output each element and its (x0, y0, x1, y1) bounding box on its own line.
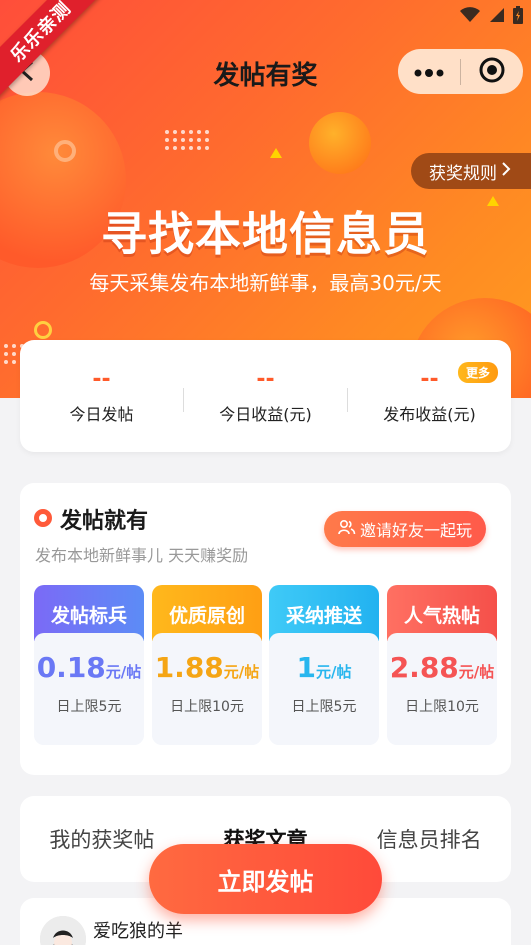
stat-value: -- (256, 367, 275, 392)
hero-banner: 发帖有奖 获奖规则 寻找本地信息员 每天采集发布本地新鲜事，最高30元/天 (0, 0, 531, 398)
username: 爱吃狼的羊 (93, 921, 183, 942)
tile-limit: 日上限10元 (170, 699, 244, 715)
avatar[interactable] (40, 916, 86, 945)
target-icon (479, 57, 505, 87)
tile-amount: 2.88 (389, 651, 459, 684)
stat-value: -- (92, 367, 111, 392)
tile-limit: 日上限5元 (291, 699, 357, 715)
tile-unit: 元/帖 (105, 663, 142, 681)
signal-icon (489, 7, 505, 27)
section-dot-icon (34, 509, 52, 527)
stat-label: 今日收益(元) (219, 405, 312, 424)
more-badge[interactable]: 更多 (457, 362, 498, 383)
battery-icon (513, 6, 523, 28)
decor-triangle (270, 148, 282, 158)
award-rules-label: 获奖规则 (429, 163, 497, 184)
hero-title: 寻找本地信息员 (101, 207, 430, 261)
reward-section: 发帖就有 发布本地新鲜事儿 天天赚奖励 邀请好友一起玩 发帖标兵 0.18元/帖… (20, 483, 511, 775)
tile-price: 0.18元/帖 (34, 651, 144, 684)
status-bar (459, 6, 523, 28)
tile-price: 2.88元/帖 (387, 651, 497, 684)
more-menu-button[interactable] (398, 49, 460, 94)
stat-today-income: -- 今日收益(元) (184, 367, 347, 425)
section-title: 发帖就有 (60, 509, 149, 534)
tile-unit: 元/帖 (223, 663, 260, 681)
miniprogram-capsule (398, 49, 523, 94)
tile-price: 1.88元/帖 (152, 651, 262, 684)
tab-my-awarded-posts[interactable]: 我的获奖帖 (20, 824, 184, 854)
section-subtitle: 发布本地新鲜事儿 天天赚奖励 (35, 546, 249, 565)
decor-dots (165, 130, 209, 150)
reward-tile: 优质原创 1.88元/帖 日上限10元 (152, 585, 262, 745)
chevron-right-icon (501, 161, 511, 182)
tile-price: 1元/帖 (269, 651, 379, 684)
post-now-button[interactable]: 立即发帖 (149, 844, 382, 914)
hero-subtitle: 每天采集发布本地新鲜事，最高30元/天 (89, 271, 442, 295)
award-rules-button[interactable]: 获奖规则 (411, 153, 531, 189)
stat-label: 发布收益(元) (383, 405, 476, 424)
decor-circle (309, 112, 371, 174)
wifi-icon (459, 7, 481, 27)
reward-tile: 人气热帖 2.88元/帖 日上限10元 (387, 585, 497, 745)
decor-ring (54, 140, 76, 162)
stat-today-posts: -- 今日发帖 (20, 367, 183, 425)
tile-limit: 日上限10元 (405, 699, 479, 715)
users-icon (338, 519, 356, 539)
more-dots-icon (414, 62, 444, 81)
tile-limit: 日上限5元 (56, 699, 122, 715)
tile-amount: 0.18 (36, 651, 106, 684)
tile-unit: 元/帖 (316, 663, 352, 681)
tile-amount: 1.88 (154, 651, 224, 684)
tile-unit: 元/帖 (458, 663, 495, 681)
invite-friends-button[interactable]: 邀请好友一起玩 (324, 511, 486, 547)
tile-amount: 1 (296, 651, 316, 684)
stat-label: 今日发帖 (69, 405, 134, 424)
decor-ring (34, 321, 52, 339)
reward-tile: 采纳推送 1元/帖 日上限5元 (269, 585, 379, 745)
reward-tile: 发帖标兵 0.18元/帖 日上限5元 (34, 585, 144, 745)
stats-card: 更多 -- 今日发帖 -- 今日收益(元) -- 发布收益(元) (20, 340, 511, 452)
invite-label: 邀请好友一起玩 (359, 521, 472, 540)
tab-reporter-ranking[interactable]: 信息员排名 (347, 824, 511, 854)
close-miniprogram-button[interactable] (461, 49, 523, 94)
